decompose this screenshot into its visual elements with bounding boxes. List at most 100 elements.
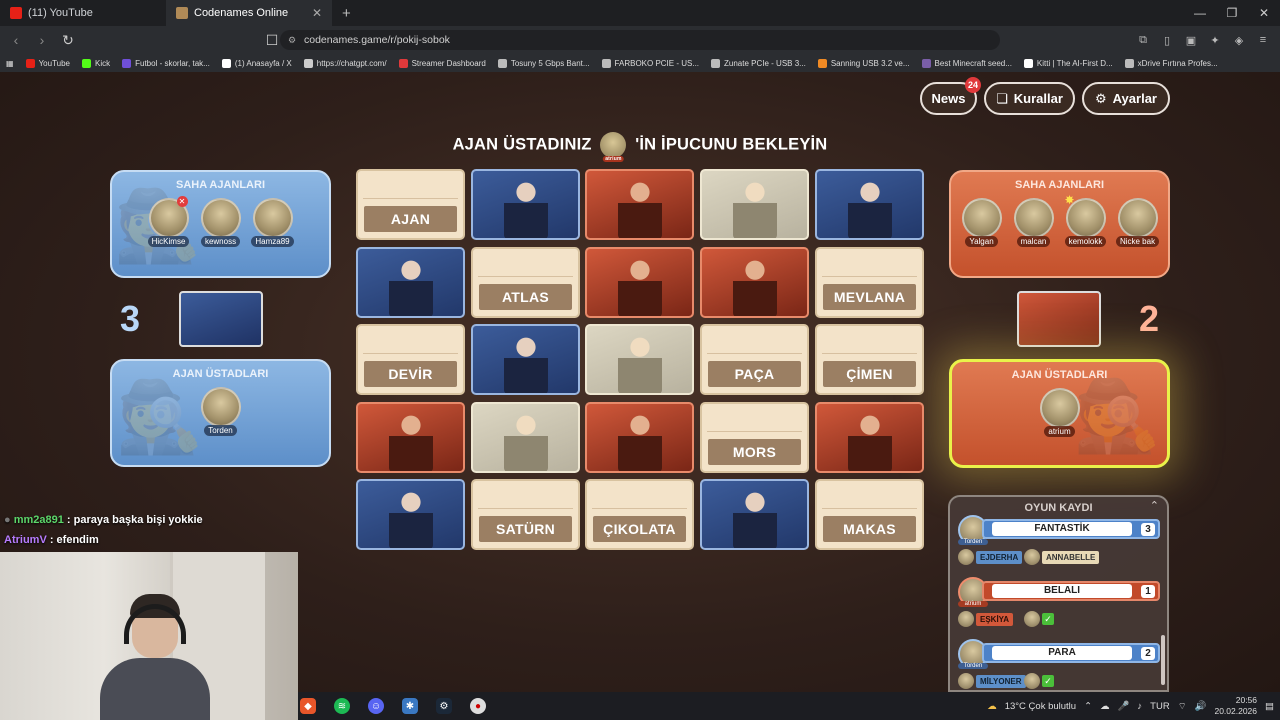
forward-icon[interactable]: › [32, 32, 52, 48]
menu-icon[interactable]: ≡ [1254, 30, 1272, 50]
wallet-icon[interactable]: ▣ [1182, 30, 1200, 50]
red-agent-card[interactable] [585, 247, 694, 318]
bookmark-item[interactable]: Best Minecraft seed... [916, 58, 1018, 68]
vpn-icon[interactable]: ◈ [1230, 30, 1248, 50]
guesser-avatar [1024, 673, 1040, 689]
neutral-card[interactable] [700, 169, 809, 240]
steam-icon[interactable]: ⚙ [436, 698, 452, 714]
player-name: Torden [204, 425, 237, 436]
star-icon: ✸ [1064, 193, 1075, 207]
player[interactable]: kemolokk ✸ [1063, 193, 1109, 247]
bookmark-item[interactable]: Zunate PCIe - USB 3... [705, 58, 812, 68]
settings-button[interactable]: ⚙ Ayarlar [1082, 82, 1170, 115]
red-agent-card[interactable] [356, 402, 465, 473]
player[interactable]: HicKimse ✕ [146, 196, 192, 247]
blue-agent-card[interactable] [471, 169, 580, 240]
volume-icon[interactable]: 🔊 [1195, 701, 1207, 712]
word-card[interactable]: ÇIKOLATA [585, 479, 694, 550]
player[interactable]: Torden [198, 387, 244, 436]
close-tab-icon[interactable]: ✕ [312, 6, 322, 20]
chevron-up-icon[interactable]: ⌃ [1084, 701, 1092, 712]
word-card[interactable]: ÇİMEN [815, 324, 924, 395]
word-card[interactable]: MAKAS [815, 479, 924, 550]
site-info-icon[interactable]: ⚙ [288, 35, 296, 46]
player[interactable]: Hamza89 [250, 198, 296, 247]
bookmark-item[interactable]: FARBOKO PCIE - US... [596, 58, 705, 68]
blue-agent-card[interactable] [700, 479, 809, 550]
weather-text[interactable]: 13°C Çok bulutlu [1005, 701, 1076, 712]
rules-button[interactable]: ❏ Kurallar [984, 82, 1075, 115]
spotify-icon[interactable]: ≋ [334, 698, 350, 714]
bookmark-item[interactable]: Kick [76, 58, 116, 68]
bookmark-item[interactable]: Kitti | The AI-First D... [1018, 58, 1119, 68]
url-field[interactable]: ⚙ codenames.game/r/pokij-sobok [280, 30, 1000, 50]
mic-icon[interactable]: 🎤 [1118, 701, 1130, 712]
bookmark-item[interactable]: https://chatgpt.com/ [298, 58, 393, 68]
bookmark-item[interactable]: Futbol - skorlar, tak... [116, 58, 216, 68]
sidebar-icon[interactable]: ▯ [1158, 30, 1176, 50]
bookmark-icon[interactable]: ☐ [262, 32, 282, 49]
log-scrollbar[interactable] [1161, 635, 1165, 685]
blue-agent-card[interactable] [471, 324, 580, 395]
bookmark-item[interactable]: Tosuny 5 Gbps Bant... [492, 58, 596, 68]
bookmark-favicon-icon [398, 58, 408, 68]
notification-icon[interactable]: ▤ [1265, 701, 1274, 712]
red-agent-card[interactable] [585, 169, 694, 240]
word-card[interactable]: MEVLANA [815, 247, 924, 318]
chevron-up-icon[interactable]: ⌃ [1150, 499, 1159, 512]
player[interactable]: kewnoss [198, 198, 244, 247]
word-card[interactable]: MORS [700, 402, 809, 473]
ai-icon[interactable]: ✦ [1206, 30, 1224, 50]
blue-agent-card[interactable] [356, 479, 465, 550]
neutral-card[interactable] [471, 402, 580, 473]
player[interactable]: atrium [1037, 388, 1083, 437]
word-card[interactable]: ATLAS [471, 247, 580, 318]
bookmark-item[interactable]: Streamer Dashboard [393, 58, 492, 68]
bookmark-label: xDrive Fırtına Profes... [1137, 58, 1218, 68]
clue-number: 3 [1141, 523, 1155, 536]
language-indicator[interactable]: TUR [1150, 701, 1170, 712]
tab-youtube[interactable]: (11) YouTube [0, 0, 166, 26]
reload-icon[interactable]: ↻ [58, 32, 78, 49]
wifi-icon[interactable]: ⌔ [1178, 701, 1187, 712]
discord-icon[interactable]: ☺ [368, 698, 384, 714]
bookmark-favicon-icon [711, 58, 721, 68]
tab-label: (11) YouTube [28, 7, 93, 19]
neutral-card[interactable] [585, 324, 694, 395]
restore-icon[interactable]: ❐ [1216, 0, 1248, 26]
blue-agent-card[interactable] [815, 169, 924, 240]
word-card[interactable]: AJAN [356, 169, 465, 240]
minimize-icon[interactable]: — [1184, 0, 1216, 26]
clock[interactable]: 20:56 20.02.2026 [1214, 695, 1257, 717]
back-icon[interactable]: ‹ [6, 32, 26, 48]
red-agent-card[interactable] [815, 402, 924, 473]
apps-grid-icon[interactable]: ▦ [0, 59, 20, 68]
speaker-icon[interactable]: ♪ [1137, 701, 1142, 712]
game-log: OYUN KAYDI ⌃ Torden FANTASTİK 3 EJDERHA ANNA… [948, 495, 1169, 692]
cloud-icon[interactable]: ☁ [1100, 701, 1110, 712]
new-tab-button[interactable]: + [342, 5, 351, 22]
close-window-icon[interactable]: ✕ [1248, 0, 1280, 26]
guess-word: EJDERHA [976, 550, 1023, 564]
bookmark-item[interactable]: xDrive Fırtına Profes... [1119, 58, 1224, 68]
word-card[interactable]: PAÇA [700, 324, 809, 395]
blue-agent-card[interactable] [356, 247, 465, 318]
extensions-icon[interactable]: ⧉ [1134, 30, 1152, 50]
player[interactable]: Yalgan [959, 198, 1005, 247]
bookmark-item[interactable]: Sanning USB 3.2 ve... [812, 58, 916, 68]
bookmark-item[interactable]: YouTube [20, 58, 76, 68]
obs-icon[interactable]: ● [470, 698, 486, 714]
red-agent-card[interactable] [585, 402, 694, 473]
player[interactable]: Nicke bak [1115, 198, 1161, 247]
news-button[interactable]: News 24 [920, 77, 981, 115]
player[interactable]: malcan [1011, 198, 1057, 247]
player-name: kemolokk [1064, 236, 1107, 247]
bookmark-item[interactable]: (1) Anasayfa / X [216, 58, 298, 68]
word-card[interactable]: DEVİR [356, 324, 465, 395]
red-agent-card[interactable] [700, 247, 809, 318]
tab-codenames[interactable]: Codenames Online ✕ [166, 0, 332, 26]
brave-icon[interactable]: ◆ [300, 698, 316, 714]
system-tray: ☁ 13°C Çok bulutlu ⌃ ☁ 🎤 ♪ TUR ⌔ 🔊 20:56… [987, 692, 1274, 720]
app-icon[interactable]: ✱ [402, 698, 418, 714]
word-card[interactable]: SATÜRN [471, 479, 580, 550]
